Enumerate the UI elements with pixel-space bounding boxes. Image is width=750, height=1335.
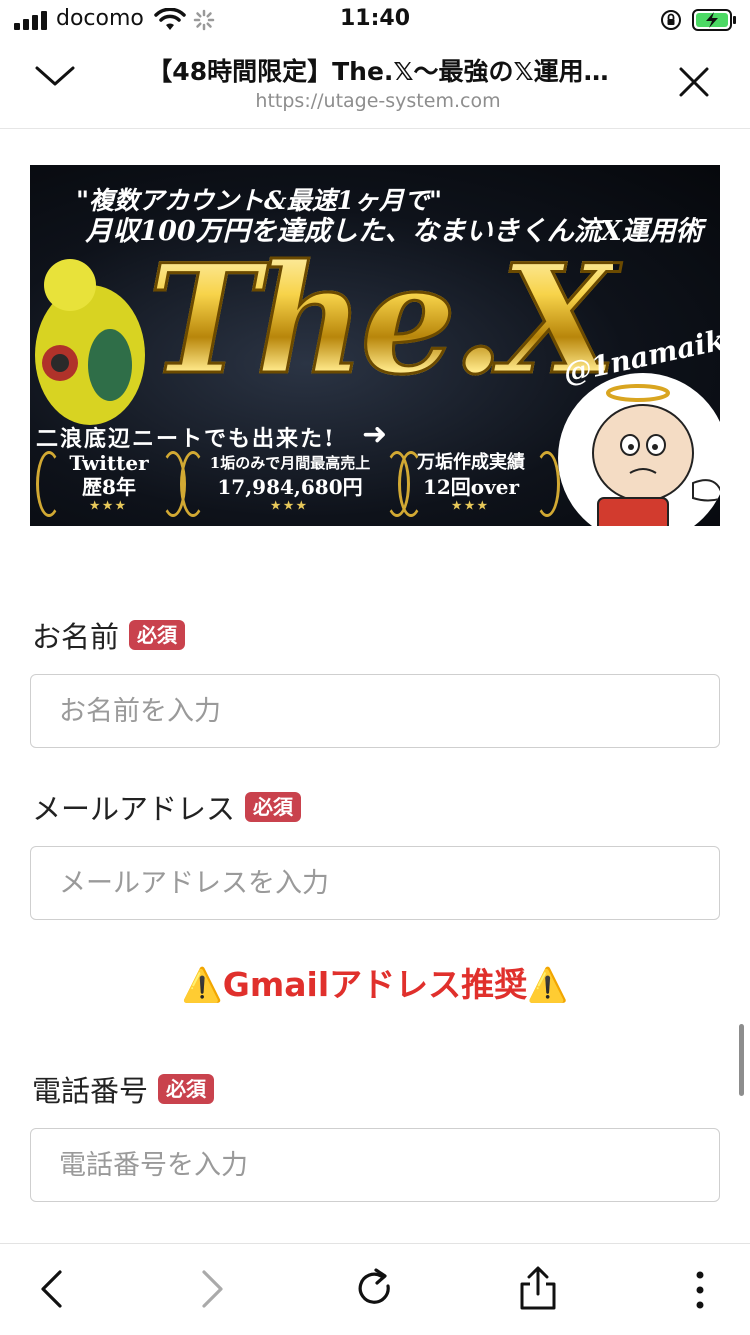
share-icon[interactable] xyxy=(518,1266,558,1310)
email-field[interactable] xyxy=(30,846,720,920)
promo-banner: "複数アカウント&最速1ヶ月で" 月収100万円を達成した、なまいきくん流X運用… xyxy=(30,165,720,526)
browser-toolbar xyxy=(0,1243,750,1335)
email-label-row: メールアドレス 必須 xyxy=(32,786,302,828)
required-badge: 必須 xyxy=(129,620,186,650)
name-label-row: お名前 必須 xyxy=(32,614,186,656)
email-label: メールアドレス xyxy=(32,792,236,826)
required-badge: 必須 xyxy=(245,792,302,822)
required-badge: 必須 xyxy=(158,1074,215,1104)
scrollbar[interactable] xyxy=(739,1024,744,1096)
status-time: 11:40 xyxy=(339,6,411,31)
page-title: 【48時間限定】The.𝕏〜最強の𝕏運用… xyxy=(147,57,609,86)
status-bar: docomo 11:40 xyxy=(0,0,750,40)
phone-field[interactable] xyxy=(30,1128,720,1202)
laurel-icon xyxy=(534,451,560,517)
email-input[interactable] xyxy=(57,847,701,919)
gmail-recommendation-note: ⚠️Gmailアドレス推奨⚠️ xyxy=(181,965,569,1004)
banner-subtitle: 二浪底辺ニートでも出来た! xyxy=(36,426,336,452)
battery-charging-icon xyxy=(692,9,736,31)
phone-input[interactable] xyxy=(57,1129,701,1201)
browser-header: 【48時間限定】The.𝕏〜最強の𝕏運用… https://utage-syst… xyxy=(0,40,750,129)
page-url: https://utage-system.com xyxy=(255,90,501,112)
name-input[interactable] xyxy=(57,675,701,747)
phone-label: 電話番号 xyxy=(32,1074,149,1108)
phone-label-row: 電話番号 必須 xyxy=(32,1068,215,1110)
close-icon[interactable] xyxy=(678,66,710,98)
mascot-figure-image xyxy=(35,259,145,425)
badge-sales: 1垢のみで月間最高売上 17,984,680円 ★★★ xyxy=(209,454,371,512)
banner-logo: The.X xyxy=(147,232,619,408)
reload-icon[interactable] xyxy=(355,1268,395,1310)
badge-accounts: 万垢作成実績 12回over ★★★ xyxy=(417,452,525,512)
orientation-lock-icon xyxy=(661,10,681,30)
chevron-down-icon[interactable] xyxy=(34,64,76,88)
forward-icon[interactable] xyxy=(200,1268,226,1310)
more-options-icon[interactable] xyxy=(694,1270,706,1310)
name-field[interactable] xyxy=(30,674,720,748)
arrow-icon: ➜ xyxy=(362,417,388,452)
badge-twitter: Twitter 歴8年 ★★★ xyxy=(69,451,149,512)
name-label: お名前 xyxy=(32,620,120,654)
back-icon[interactable] xyxy=(38,1268,64,1310)
